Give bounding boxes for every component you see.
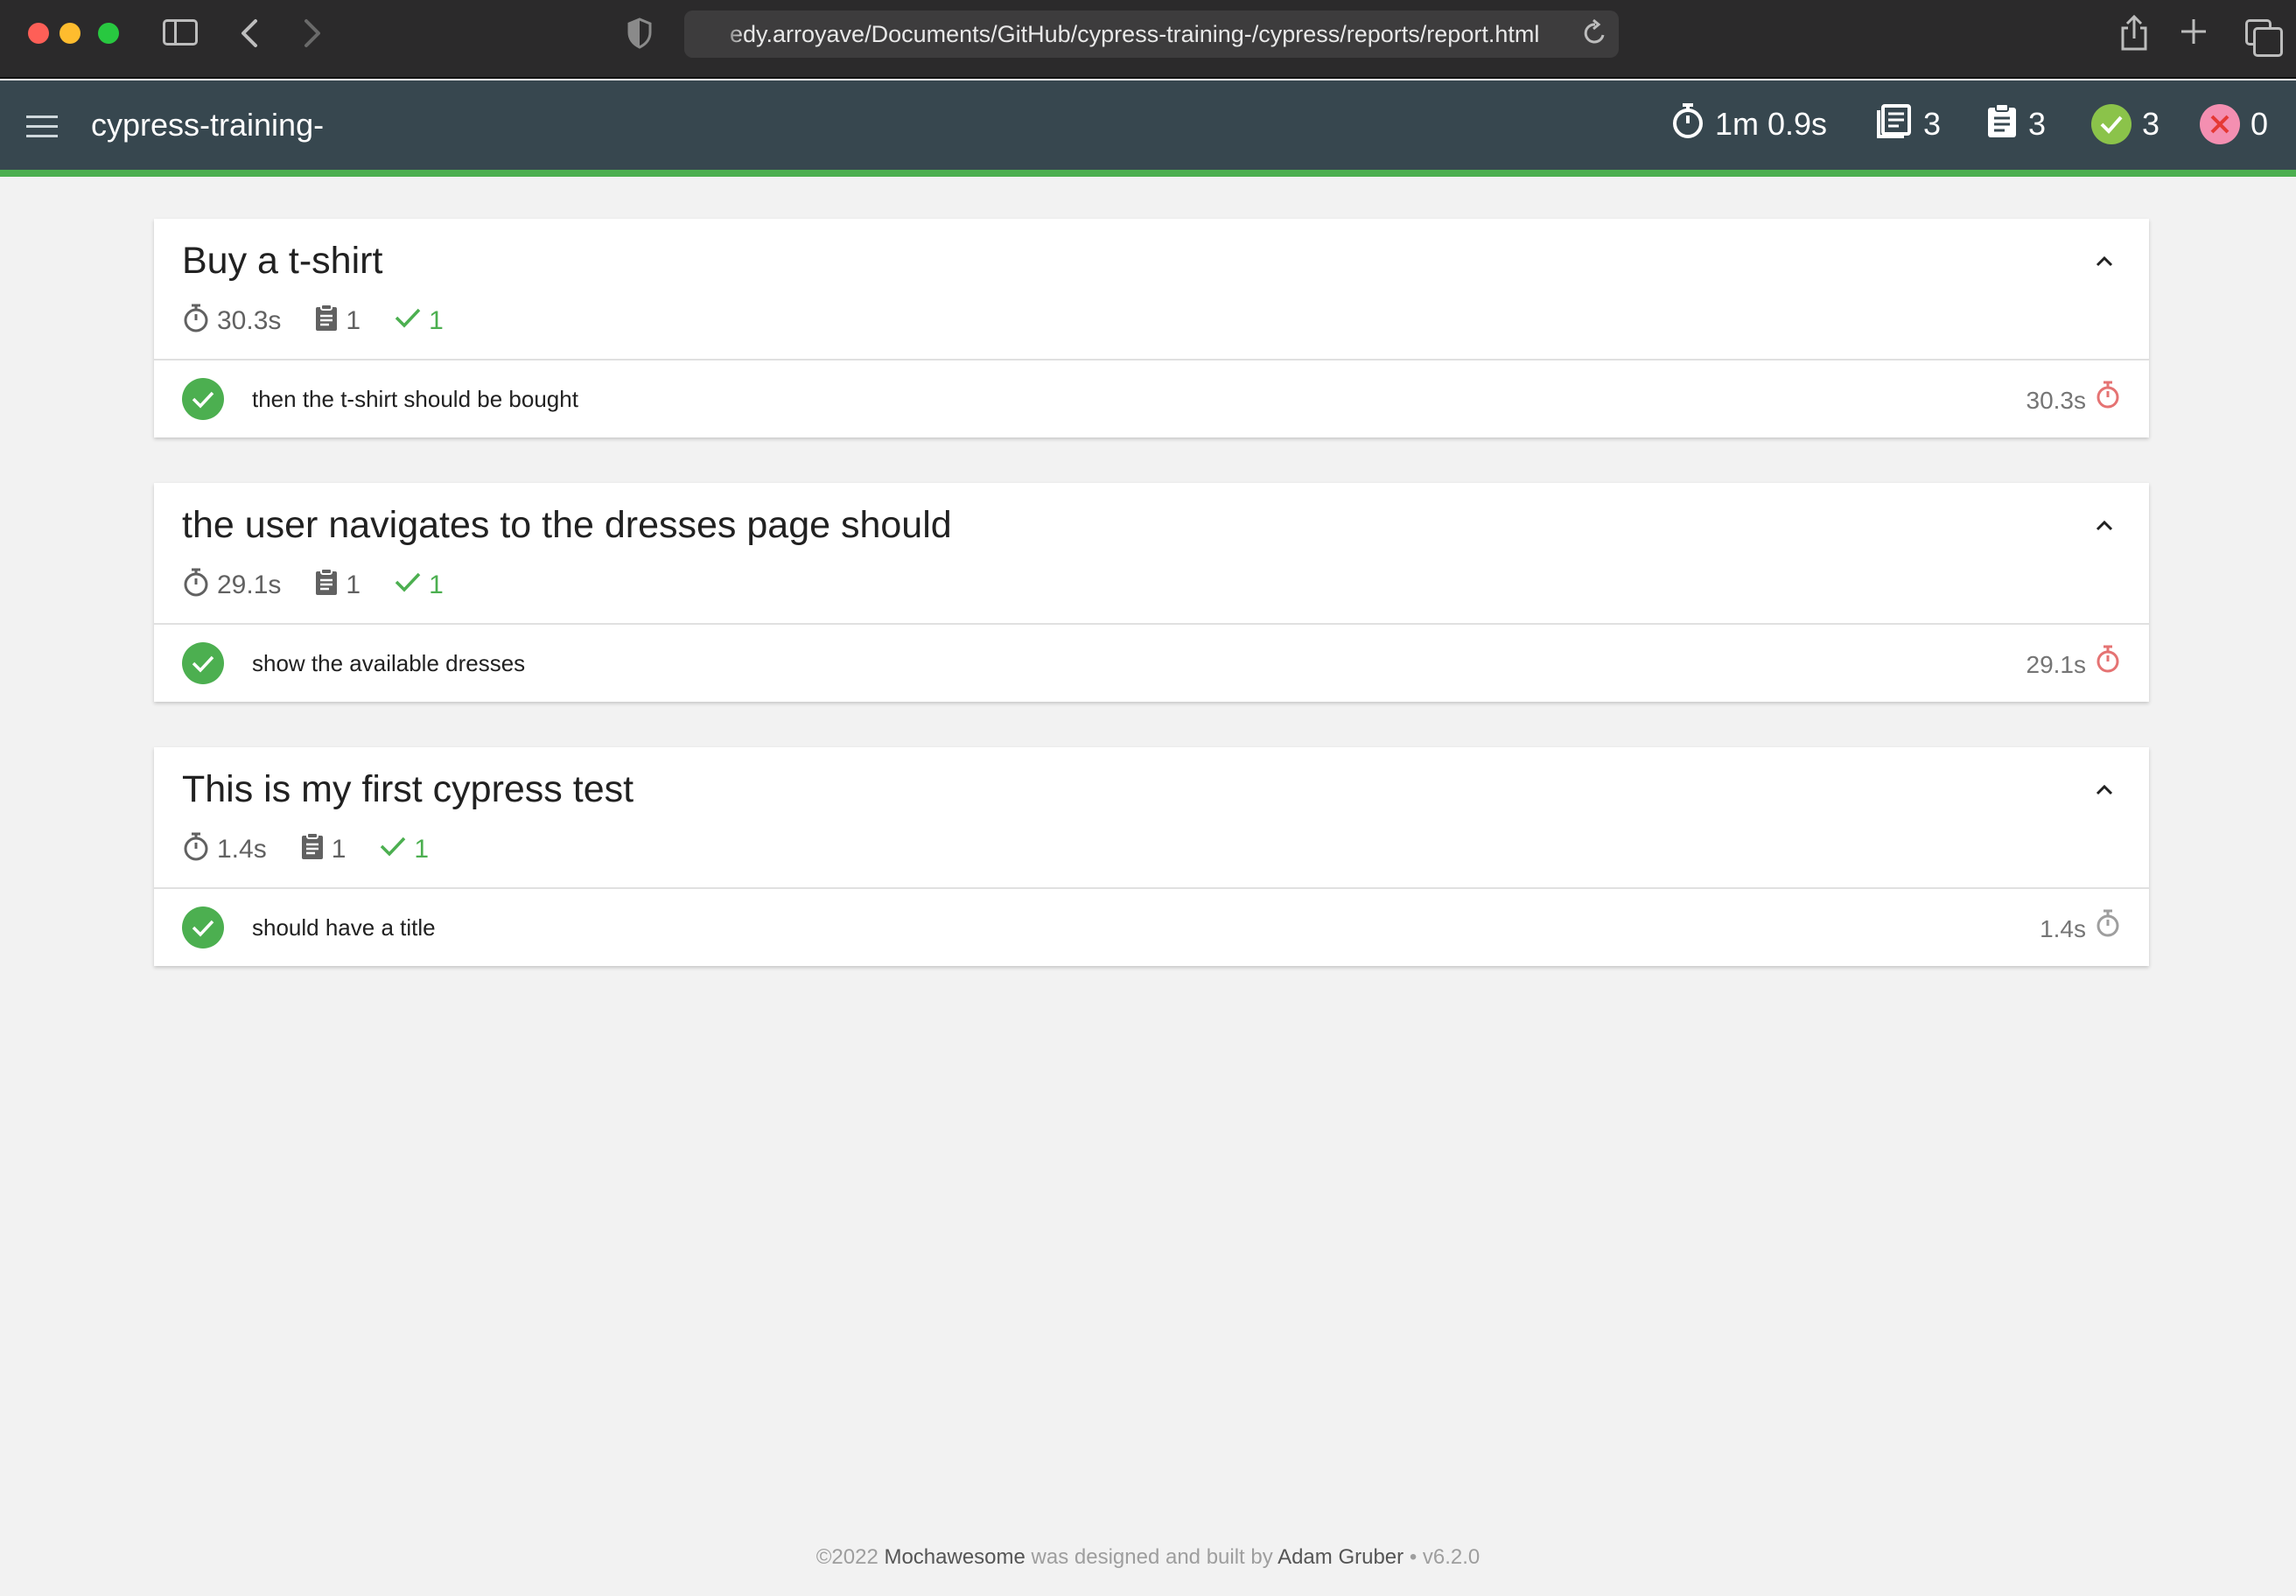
address-bar[interactable]: edy.arroyave/Documents/GitHub/cypress-tr… — [684, 10, 1619, 58]
tests-count: 3 — [2028, 106, 2047, 142]
suite-card: Buy a t-shirt 30.3s 1 1 then the t-shirt… — [154, 219, 2149, 438]
suite-duration: 29.1s — [182, 567, 281, 604]
suite-passes: 1 — [379, 835, 429, 864]
suites-count: 3 — [1923, 106, 1942, 142]
suite-header: This is my first cypress test 1.4s 1 1 — [154, 747, 2149, 889]
stopwatch-icon — [182, 303, 210, 340]
suites-icon — [1876, 103, 1913, 146]
test-duration: 29.1s — [2026, 644, 2122, 685]
failures-count: 0 — [2250, 106, 2269, 142]
passed-check-icon — [182, 906, 224, 948]
suite-meta: 30.3s 1 1 — [182, 303, 477, 340]
footer-author-link[interactable]: Adam Gruber — [1278, 1545, 1404, 1569]
close-window-button[interactable] — [28, 23, 49, 44]
footer-middle-text: was designed and built by — [1031, 1545, 1273, 1569]
footer-copyright: ©2022 — [816, 1545, 878, 1569]
failures-stat[interactable]: 0 — [2200, 102, 2268, 147]
report-title: cypress-training- — [91, 107, 325, 143]
suite-meta: 29.1s 1 1 — [182, 567, 477, 604]
tab-overview-icon[interactable] — [2245, 19, 2283, 57]
suite-title: Buy a t-shirt — [182, 240, 383, 282]
test-duration: 1.4s — [2040, 908, 2121, 949]
check-icon — [394, 306, 422, 336]
back-arrow-icon[interactable] — [238, 16, 261, 59]
collapse-chevron-icon[interactable] — [2091, 513, 2118, 539]
suite-meta: 1.4s 1 1 — [182, 831, 462, 868]
stopwatch-icon — [1671, 102, 1704, 147]
browser-toolbar: edy.arroyave/Documents/GitHub/cypress-tr… — [0, 0, 2296, 79]
suite-title: the user navigates to the dresses page s… — [182, 504, 952, 546]
address-bar-fade — [684, 10, 746, 58]
forward-arrow-icon[interactable] — [301, 16, 324, 59]
check-icon — [379, 835, 407, 864]
zoom-window-button[interactable] — [98, 23, 119, 44]
reload-icon[interactable] — [1582, 18, 1608, 57]
passes-stat[interactable]: 3 — [2091, 102, 2160, 147]
suite-passes: 1 — [394, 306, 444, 336]
suite-tests: 1 — [314, 568, 360, 603]
privacy-shield-icon[interactable] — [626, 18, 653, 57]
tests-stat[interactable]: 3 — [1986, 102, 2046, 147]
suites-stat[interactable]: 3 — [1876, 102, 1941, 147]
slow-stopwatch-icon — [2095, 380, 2121, 421]
footer: ©2022 Mochawesome was designed and built… — [0, 1545, 2296, 1570]
sidebar-toggle-icon[interactable] — [163, 19, 198, 46]
suite-header: Buy a t-shirt 30.3s 1 1 — [154, 219, 2149, 360]
test-duration: 30.3s — [2026, 380, 2122, 421]
share-icon[interactable] — [2119, 14, 2149, 60]
navbar-status-bar — [0, 170, 2296, 177]
suite-card: This is my first cypress test 1.4s 1 1 s… — [154, 747, 2149, 966]
test-title: show the available dresses — [252, 650, 526, 676]
passed-check-icon — [182, 642, 224, 684]
clipboard-icon — [1986, 102, 2018, 147]
footer-version: • v6.2.0 — [1409, 1545, 1480, 1569]
footer-brand-link[interactable]: Mochawesome — [884, 1545, 1025, 1569]
report-navbar: cypress-training- 1m 0.9s 3 3 3 0 — [0, 80, 2296, 170]
slow-stopwatch-icon — [2095, 644, 2121, 685]
new-tab-icon[interactable] — [2179, 12, 2208, 57]
test-title: then the t-shirt should be bought — [252, 386, 578, 412]
passed-check-icon — [182, 378, 224, 420]
suite-tests: 1 — [300, 832, 346, 867]
passes-count: 3 — [2142, 106, 2160, 142]
suite-title: This is my first cypress test — [182, 768, 634, 810]
clipboard-icon — [314, 304, 339, 339]
total-duration-value: 1m 0.9s — [1715, 106, 1828, 142]
stopwatch-icon — [182, 831, 210, 868]
stopwatch-icon — [182, 567, 210, 604]
clipboard-icon — [300, 832, 325, 867]
minimize-window-button[interactable] — [60, 23, 80, 44]
test-row[interactable]: show the available dresses 29.1s — [154, 625, 2149, 702]
menu-icon[interactable] — [26, 116, 58, 138]
suite-header: the user navigates to the dresses page s… — [154, 483, 2149, 625]
suite-duration: 30.3s — [182, 303, 281, 340]
failed-x-icon — [2200, 104, 2240, 144]
check-icon — [394, 570, 422, 600]
collapse-chevron-icon[interactable] — [2091, 248, 2118, 275]
test-title: should have a title — [252, 914, 436, 941]
suite-card: the user navigates to the dresses page s… — [154, 483, 2149, 702]
suite-tests: 1 — [314, 304, 360, 339]
passed-check-icon — [2091, 104, 2132, 144]
total-duration-stat: 1m 0.9s — [1671, 102, 1827, 147]
suite-passes: 1 — [394, 570, 444, 600]
fast-stopwatch-icon — [2095, 908, 2121, 949]
clipboard-icon — [314, 568, 339, 603]
collapse-chevron-icon[interactable] — [2091, 777, 2118, 803]
test-row[interactable]: should have a title 1.4s — [154, 889, 2149, 966]
suite-duration: 1.4s — [182, 831, 267, 868]
test-row[interactable]: then the t-shirt should be bought 30.3s — [154, 360, 2149, 438]
